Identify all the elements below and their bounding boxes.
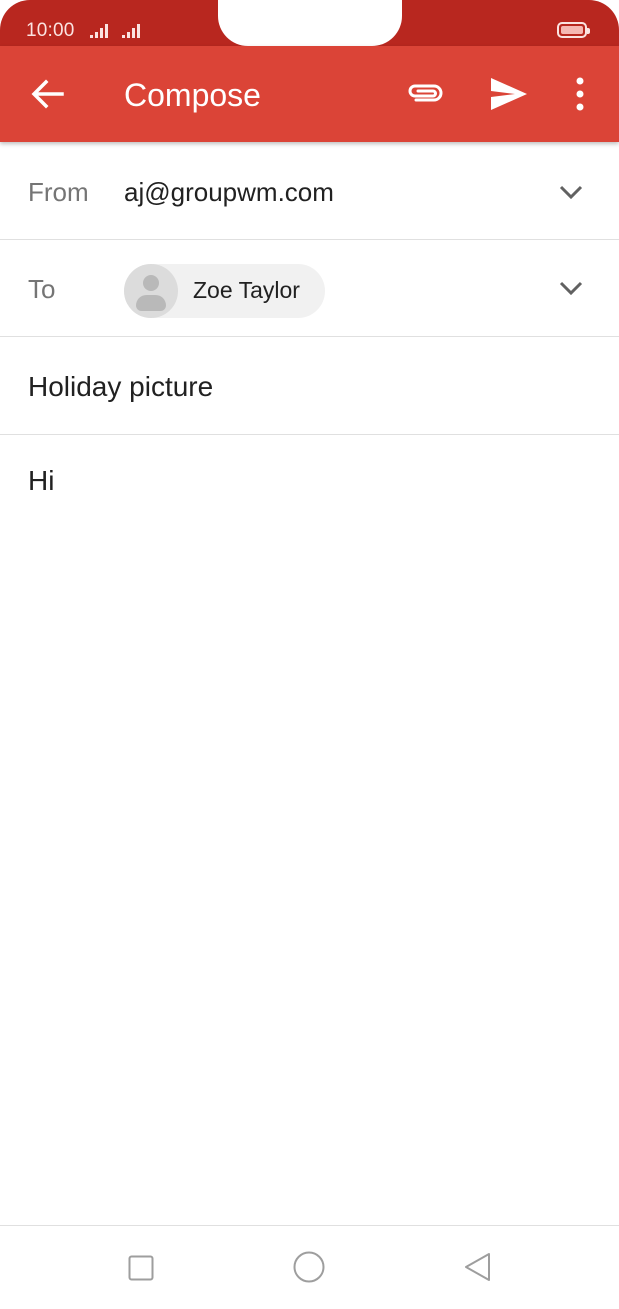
- signal-icon: [90, 24, 114, 38]
- more-vert-icon[interactable]: [570, 76, 590, 112]
- screen-corner-right: [589, 0, 619, 30]
- chevron-down-icon[interactable]: [557, 278, 585, 298]
- battery-icon: [557, 22, 590, 38]
- display-notch: [218, 0, 402, 46]
- subject-field[interactable]: Holiday picture: [28, 371, 213, 403]
- status-bar: 10:00: [0, 0, 619, 46]
- recipient-name: Zoe Taylor: [193, 277, 300, 303]
- status-time: 10:00: [26, 20, 75, 41]
- page-title: Compose: [124, 77, 261, 113]
- attach-icon[interactable]: [406, 78, 446, 110]
- back-triangle-icon[interactable]: [463, 1252, 491, 1287]
- home-circle-icon[interactable]: [293, 1251, 325, 1288]
- send-icon[interactable]: [489, 76, 529, 112]
- chevron-down-icon[interactable]: [557, 182, 585, 202]
- to-label: To: [28, 274, 56, 304]
- recents-square-icon[interactable]: [128, 1255, 154, 1286]
- subject-row[interactable]: Holiday picture: [0, 337, 619, 435]
- back-arrow-icon[interactable]: [30, 78, 64, 110]
- signal-icon: [122, 24, 146, 38]
- app-bar: Compose: [0, 46, 619, 142]
- navigation-bar: [0, 1225, 619, 1309]
- to-row[interactable]: To Zoe Taylor: [0, 240, 619, 337]
- recipient-chip[interactable]: Zoe Taylor: [124, 264, 325, 318]
- avatar: [124, 264, 178, 318]
- from-account[interactable]: aj@groupwm.com: [124, 177, 334, 208]
- message-body[interactable]: Hi: [28, 465, 54, 497]
- from-row[interactable]: From aj@groupwm.com: [0, 142, 619, 240]
- from-label: From: [28, 177, 89, 207]
